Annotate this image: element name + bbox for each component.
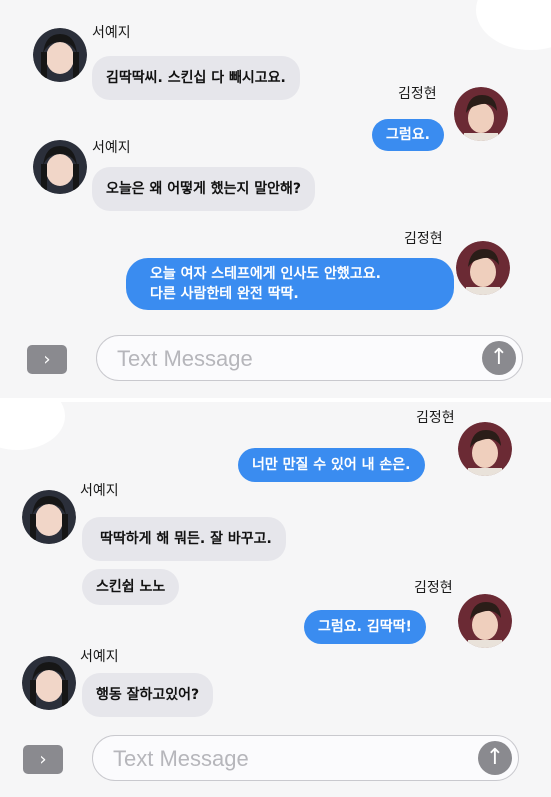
message-text-line: 오늘 여자 스테프에게 인사도 안했고요. xyxy=(150,266,381,282)
message-input-field[interactable]: ↑ xyxy=(92,735,519,781)
message-bubble-incoming[interactable]: 오늘은 왜 어떻게 했는지 말안해? xyxy=(92,167,316,211)
chat-screen-bottom: 김정현 너만 만질 수 있어 내 손은. 서예지 딱딱하게 해 뭐든. 잘 바꾸… xyxy=(0,402,551,797)
chat-screen-top: 서예지 김딱딱씨. 스킨십 다 빼시고요. 김정현 그럼요. 서예지 오늘은 왜… xyxy=(0,0,551,398)
sender-name: 김정현 xyxy=(404,231,443,247)
message-bubble-incoming[interactable]: 딱딱하게 해 뭐든. 잘 바꾸고. xyxy=(82,517,286,561)
message-input[interactable] xyxy=(111,745,455,773)
avatar-seo-yeji[interactable] xyxy=(22,656,76,710)
message-input[interactable] xyxy=(115,345,459,373)
avatar-seo-yeji[interactable] xyxy=(33,28,87,82)
message-bubble-outgoing[interactable]: 그럼요. xyxy=(372,119,444,151)
expand-apps-button[interactable]: › xyxy=(27,345,67,374)
arrow-up-icon: ↑ xyxy=(485,745,505,770)
message-text: 너만 만질 수 있어 내 손은. xyxy=(252,457,411,473)
corner-highlight xyxy=(0,402,65,450)
message-text-line: 다른 사람한테 완전 딱딱. xyxy=(150,286,299,302)
sender-name: 김정현 xyxy=(414,580,453,596)
message-bubble-outgoing[interactable]: 너만 만질 수 있어 내 손은. xyxy=(238,448,425,482)
chevron-right-icon: › xyxy=(39,749,47,770)
message-bubble-incoming[interactable]: 행동 잘하고있어? xyxy=(82,673,214,717)
avatar-kim-junghyun[interactable] xyxy=(458,422,512,476)
sender-name: 김정현 xyxy=(398,86,437,102)
corner-highlight xyxy=(476,0,551,50)
message-input-field[interactable]: ↑ xyxy=(96,335,523,381)
message-text: 오늘은 왜 어떻게 했는지 말안해? xyxy=(106,181,302,197)
chevron-right-icon: › xyxy=(43,349,51,370)
message-bubble-incoming[interactable]: 스킨쉽 노노 xyxy=(82,569,180,605)
message-text: 김딱딱씨. 스킨십 다 빼시고요. xyxy=(106,70,286,86)
avatar-kim-junghyun[interactable] xyxy=(454,87,508,141)
arrow-up-icon: ↑ xyxy=(489,345,509,370)
sender-name: 서예지 xyxy=(80,483,119,499)
sender-name: 서예지 xyxy=(92,140,131,156)
message-bubble-outgoing[interactable]: 그럼요. 김딱딱! xyxy=(304,610,426,644)
message-text: 그럼요. xyxy=(386,127,430,143)
message-bubble-incoming[interactable]: 김딱딱씨. 스킨십 다 빼시고요. xyxy=(92,56,300,100)
avatar-seo-yeji[interactable] xyxy=(22,490,76,544)
sender-name: 김정현 xyxy=(416,410,455,426)
avatar-kim-junghyun[interactable] xyxy=(458,594,512,648)
message-text: 행동 잘하고있어? xyxy=(96,687,200,703)
expand-apps-button[interactable]: › xyxy=(23,745,63,774)
send-button[interactable]: ↑ xyxy=(482,341,516,375)
message-text: 그럼요. 김딱딱! xyxy=(318,619,412,635)
send-button[interactable]: ↑ xyxy=(478,741,512,775)
avatar-kim-junghyun[interactable] xyxy=(456,241,510,295)
message-text: 딱딱하게 해 뭐든. 잘 바꾸고. xyxy=(100,531,272,547)
message-bubble-outgoing[interactable]: 오늘 여자 스테프에게 인사도 안했고요. 다른 사람한테 완전 딱딱. xyxy=(126,258,454,310)
message-text: 스킨쉽 노노 xyxy=(96,579,166,595)
sender-name: 서예지 xyxy=(80,649,119,665)
sender-name: 서예지 xyxy=(92,25,131,41)
avatar-seo-yeji[interactable] xyxy=(33,140,87,194)
